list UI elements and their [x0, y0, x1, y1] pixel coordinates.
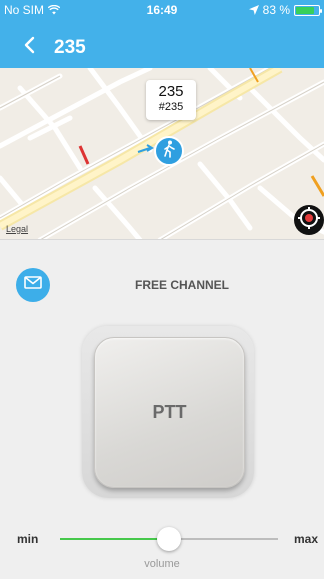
battery-icon	[294, 4, 322, 16]
user-marker[interactable]	[154, 136, 184, 166]
callout-title: 235	[158, 83, 184, 100]
map-legal-link[interactable]: Legal	[6, 224, 28, 234]
location-arrow-icon	[248, 5, 259, 15]
volume-min-label: min	[17, 532, 39, 546]
page-title: 235	[54, 37, 86, 58]
battery-percent: 83 %	[262, 3, 290, 17]
target-icon	[297, 206, 321, 235]
volume-caption: volume	[144, 558, 180, 570]
ptt-button[interactable]: PTT	[94, 337, 245, 488]
ptt-label: PTT	[152, 402, 187, 422]
status-right: 83 %	[248, 3, 322, 17]
battery-fill	[296, 6, 314, 14]
volume-slider-thumb[interactable]	[157, 527, 181, 551]
nav-bar: 235	[0, 26, 324, 66]
map-view[interactable]: 235 #235 Legal	[0, 68, 324, 240]
back-button[interactable]	[18, 36, 40, 58]
map-callout[interactable]: 235 #235	[146, 80, 196, 120]
channel-label: FREE CHANNEL	[134, 278, 229, 292]
message-button[interactable]	[16, 268, 50, 302]
callout-subtitle: #235	[158, 101, 184, 113]
volume-max-label: max	[293, 532, 318, 546]
walking-person-icon	[161, 140, 177, 163]
volume-slider-fill	[60, 538, 169, 540]
header: No SIM 16:49 83 % 235	[0, 0, 324, 68]
app-screen: No SIM 16:49 83 % 235 235 #235 Legal FRE…	[0, 0, 324, 579]
status-bar: No SIM 16:49 83 %	[0, 0, 324, 20]
chevron-left-icon	[23, 36, 35, 59]
locate-button[interactable]	[294, 205, 324, 235]
envelope-icon	[24, 276, 42, 294]
